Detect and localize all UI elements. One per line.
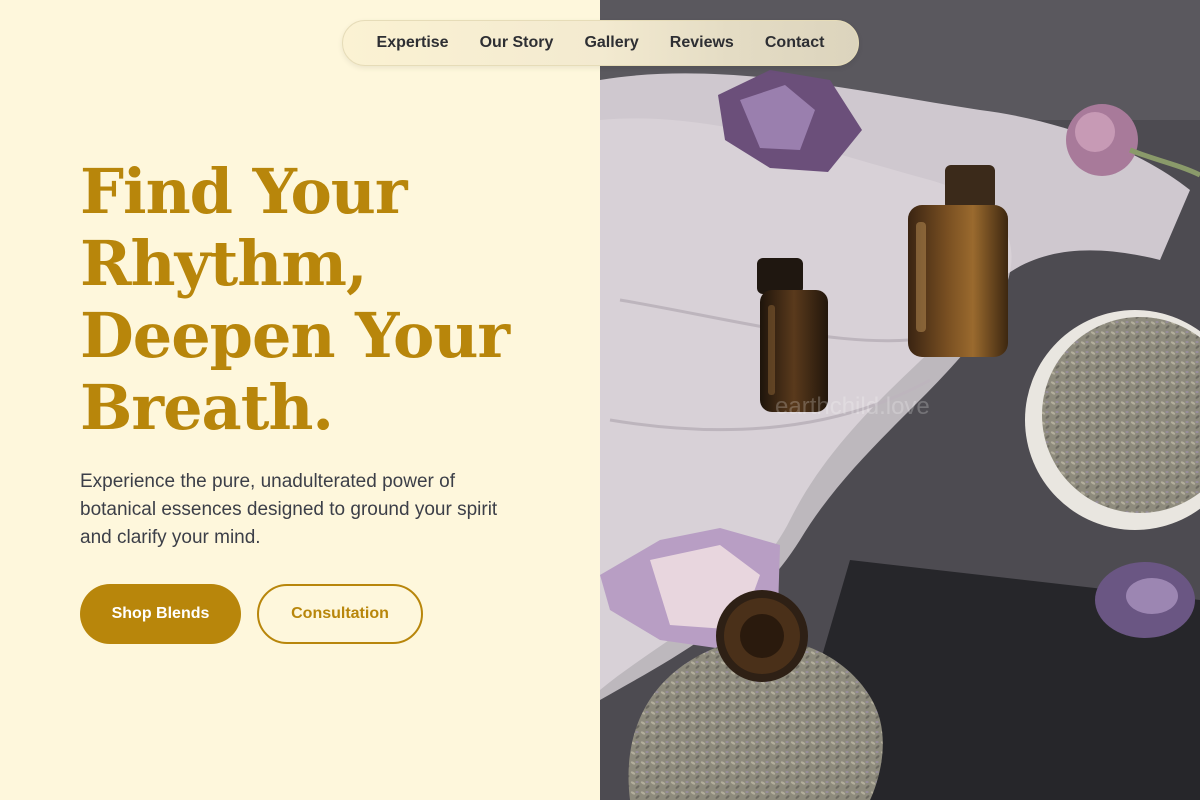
hero-photo: earthchild.love — [600, 0, 1200, 800]
nav-link-reviews[interactable]: Reviews — [670, 34, 734, 52]
hero-title-line: Rhythm, — [80, 227, 368, 300]
hero-title-line: Find Your — [80, 155, 408, 228]
essential-oils-photo: earthchild.love — [600, 0, 1200, 800]
consultation-button[interactable]: Consultation — [257, 584, 423, 644]
nav-link-gallery[interactable]: Gallery — [584, 34, 638, 52]
hero-title-line: Deepen Your — [80, 299, 510, 372]
nav-link-contact[interactable]: Contact — [765, 34, 825, 52]
hero-panel: Find Your Rhythm, Deepen Your Breath. Ex… — [0, 0, 600, 800]
main-nav: Expertise Our Story Gallery Reviews Cont… — [342, 20, 859, 66]
hero-title: Find Your Rhythm, Deepen Your Breath. — [80, 156, 580, 444]
nav-link-expertise[interactable]: Expertise — [377, 34, 449, 52]
photo-watermark: earthchild.love — [775, 393, 930, 420]
nav-link-our-story[interactable]: Our Story — [480, 34, 554, 52]
hero-title-line: Breath. — [80, 371, 334, 444]
hero-subtitle: Experience the pure, unadulterated power… — [80, 471, 498, 548]
shop-blends-button[interactable]: Shop Blends — [80, 584, 241, 644]
